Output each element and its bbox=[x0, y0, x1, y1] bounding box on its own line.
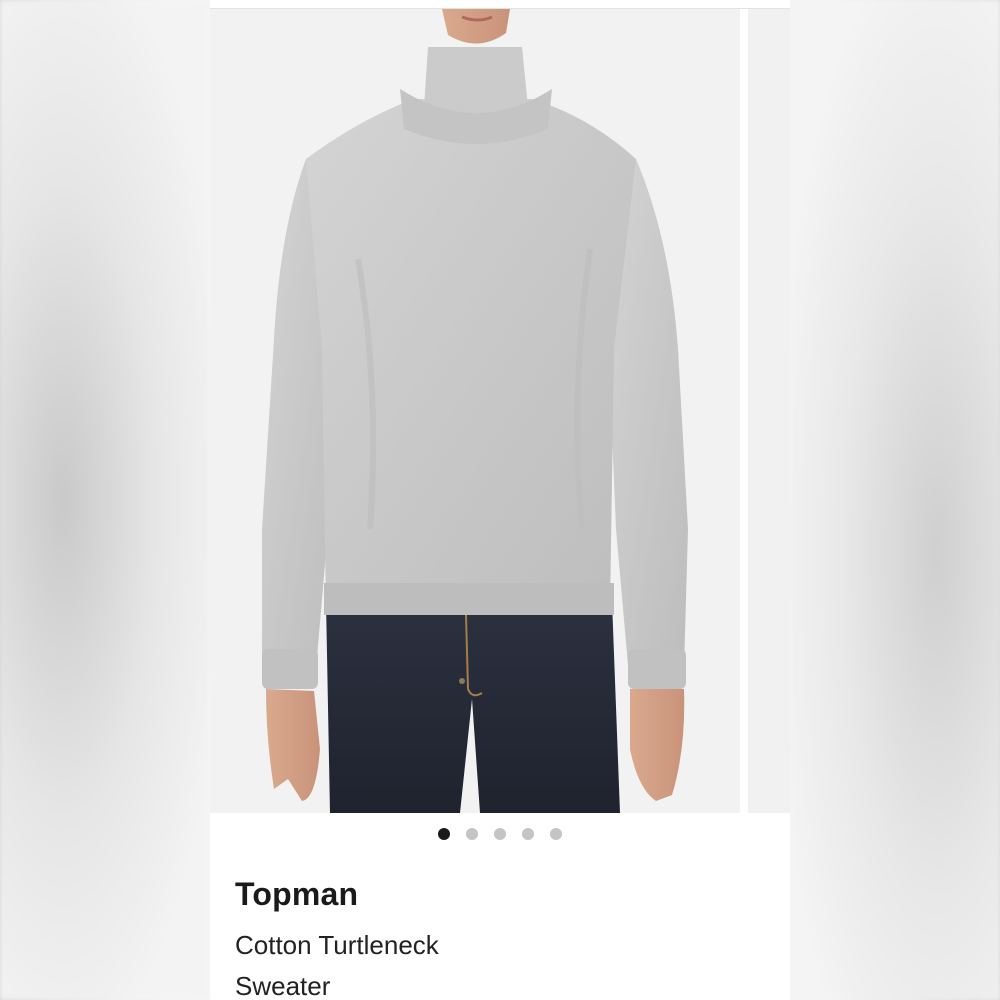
product-image-carousel[interactable] bbox=[210, 9, 790, 813]
blurred-background-right bbox=[790, 0, 1000, 1000]
carousel-dot-3[interactable] bbox=[494, 828, 506, 840]
next-photo-peek[interactable] bbox=[748, 9, 790, 813]
product-name: Cotton Turtleneck Sweater bbox=[235, 930, 439, 1000]
product-photo[interactable] bbox=[210, 9, 740, 813]
product-page: Topman Cotton Turtleneck Sweater bbox=[210, 0, 790, 1000]
carousel-dot-2[interactable] bbox=[466, 828, 478, 840]
carousel-dot-5[interactable] bbox=[550, 828, 562, 840]
screenshot-stage: Topman Cotton Turtleneck Sweater bbox=[0, 0, 1000, 1000]
carousel-dots bbox=[210, 828, 790, 840]
carousel-dot-1[interactable] bbox=[438, 828, 450, 840]
product-photo-illustration bbox=[210, 9, 740, 813]
product-brand[interactable]: Topman bbox=[235, 876, 358, 913]
blurred-background-left bbox=[0, 0, 210, 1000]
carousel-dot-4[interactable] bbox=[522, 828, 534, 840]
